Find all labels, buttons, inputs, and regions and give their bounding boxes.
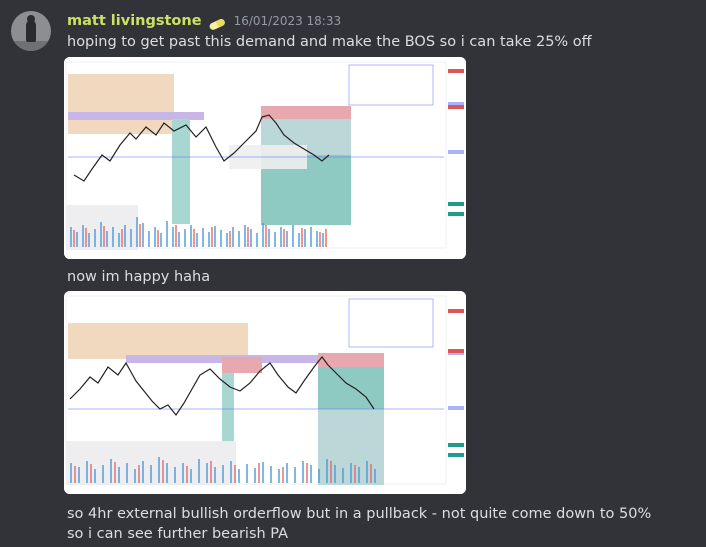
chart-attachment-2[interactable] (64, 291, 466, 494)
avatar[interactable] (11, 11, 51, 51)
username[interactable]: matt livingstone (67, 13, 202, 29)
message-line-2: now im happy haha (67, 269, 211, 285)
message-line-1: hoping to get past this demand and make … (67, 34, 592, 50)
message-header: matt livingstone 16/01/2023 18:33 (67, 11, 341, 31)
chart-attachment-1[interactable] (64, 57, 466, 259)
pill-badge-icon (206, 15, 228, 30)
timestamp: 16/01/2023 18:33 (233, 14, 342, 28)
message-line-3: so 4hr external bullish orderflow but in… (67, 506, 652, 542)
